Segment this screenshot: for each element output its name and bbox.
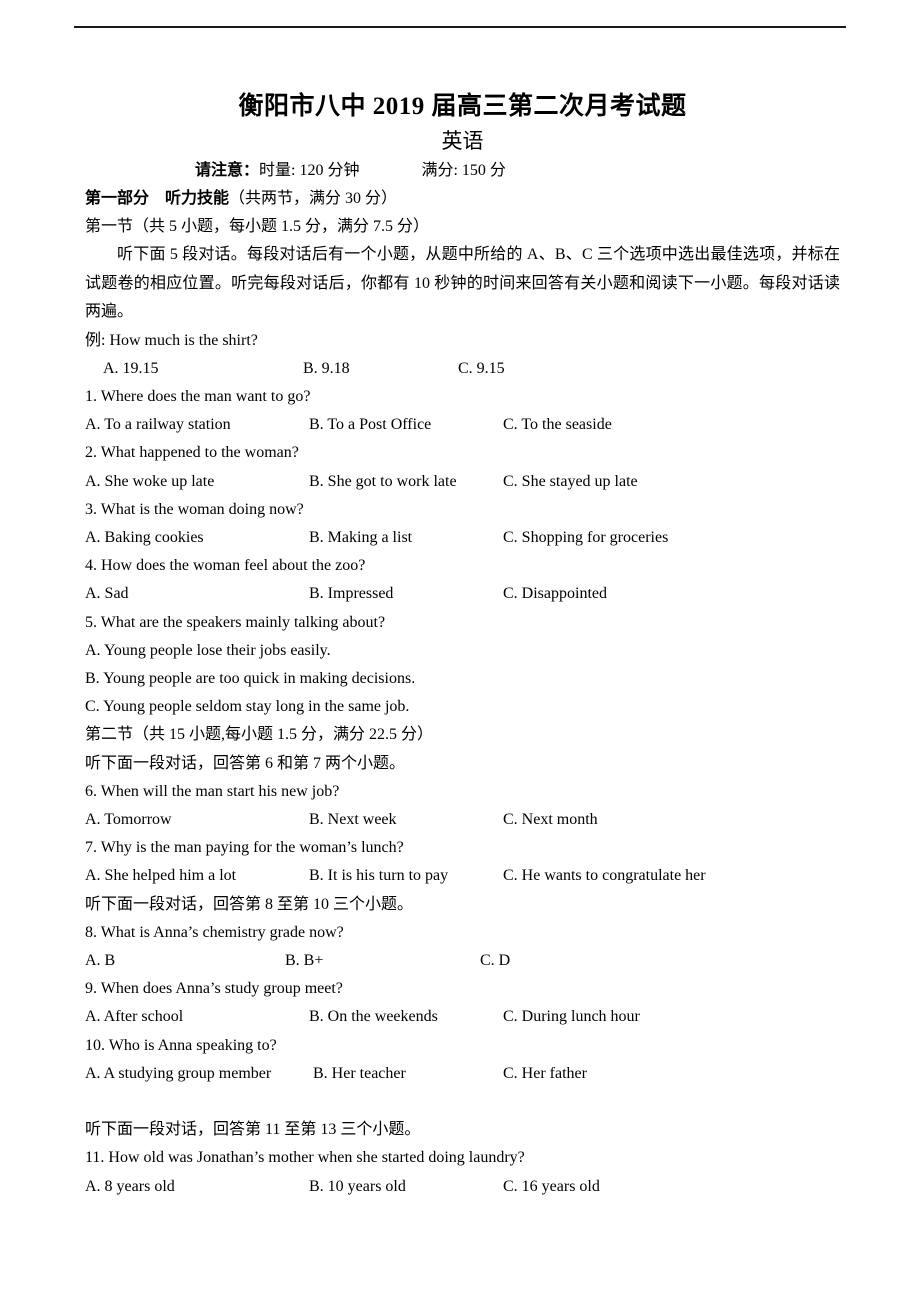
option-b[interactable]: B. B+	[285, 947, 323, 975]
question-options-row: A. After school B. On the weekends C. Du…	[85, 1003, 840, 1031]
section-one-heading: 第一节（共 5 小题，每小题 1.5 分，满分 7.5 分）	[85, 218, 430, 235]
question-stem: 2. What happened to the woman?	[85, 444, 299, 462]
part-one-heading-bold: 第一部分 听力技能	[85, 190, 230, 207]
option-b[interactable]: B. Next week	[309, 806, 397, 834]
part-one-heading: 第一部分 听力技能（共两节，满分 30 分）	[85, 185, 840, 213]
option-b[interactable]: B. 10 years old	[309, 1173, 406, 1201]
question-stem: 4. How does the woman feel about the zoo…	[85, 557, 366, 575]
option-b[interactable]: B. 9.18	[303, 355, 350, 383]
page-title: 衡阳市八中 2019 届高三第二次月考试题	[238, 93, 687, 120]
question-options-row: A. Sad B. Impressed C. Disappointed	[85, 580, 840, 608]
question-options-row: A. Tomorrow B. Next week C. Next month	[85, 806, 840, 834]
listening-instructions: 听下面 5 段对话。每段对话后有一个小题，从题中所给的 A、B、C 三个选项中选…	[85, 246, 840, 321]
question-stem: 3. What is the woman doing now?	[85, 500, 304, 518]
notice-score: 满分: 150 分	[421, 162, 506, 179]
option-a[interactable]: A. A studying group member	[85, 1060, 271, 1088]
option-c[interactable]: C. Her father	[503, 1060, 587, 1088]
option-a[interactable]: A. 8 years old	[85, 1173, 175, 1201]
option-b[interactable]: B. Making a list	[309, 524, 412, 552]
question-stem: 6. When will the man start his new job?	[85, 782, 340, 800]
option-c[interactable]: C. Next month	[503, 806, 598, 834]
question-stem: 7. Why is the man paying for the woman’s…	[85, 839, 404, 857]
section-two-heading: 第二节（共 15 小题,每小题 1.5 分，满分 22.5 分）	[85, 726, 434, 744]
option-b[interactable]: B. Young people are too quick in making …	[85, 665, 840, 693]
part-one-heading-rest: （共两节，满分 30 分）	[229, 190, 398, 207]
option-b[interactable]: B. To a Post Office	[309, 411, 431, 439]
option-c[interactable]: C. Disappointed	[503, 580, 607, 608]
question-options-row: A. To a railway station B. To a Post Off…	[85, 411, 840, 439]
option-c[interactable]: C. To the seaside	[503, 411, 612, 439]
option-a[interactable]: A. After school	[85, 1003, 183, 1031]
option-c[interactable]: C. 9.15	[458, 355, 505, 383]
direction-6-7: 听下面一段对话，回答第 6 和第 7 两个小题。	[85, 754, 406, 772]
option-a[interactable]: A. 19.15	[103, 355, 159, 383]
direction-11-13: 听下面一段对话，回答第 11 至第 13 三个小题。	[85, 1121, 421, 1139]
option-c[interactable]: C. He wants to congratulate her	[503, 862, 706, 890]
question-options-row: A. Baking cookies B. Making a list C. Sh…	[85, 524, 840, 552]
option-a[interactable]: A. Tomorrow	[85, 806, 172, 834]
notice-line: 请注意：时量: 120 分钟 满分: 150 分	[85, 156, 840, 185]
option-c[interactable]: C. 16 years old	[503, 1173, 600, 1201]
header-divider-rule	[74, 26, 846, 28]
option-a[interactable]: A. She helped him a lot	[85, 862, 236, 890]
option-c[interactable]: C. D	[480, 947, 510, 975]
direction-8-10: 听下面一段对话，回答第 8 至第 10 三个小题。	[85, 895, 414, 913]
option-b[interactable]: B. It is his turn to pay	[309, 862, 448, 890]
question-stem: 1. Where does the man want to go?	[85, 388, 311, 406]
option-a[interactable]: A. B	[85, 947, 115, 975]
document-content: 衡阳市八中 2019 届高三第二次月考试题 英语 请注意：时量: 120 分钟 满…	[85, 90, 840, 1201]
question-stem: 8. What is Anna’s chemistry grade now?	[85, 923, 344, 941]
option-c[interactable]: C. Shopping for groceries	[503, 524, 668, 552]
option-c[interactable]: C. She stayed up late	[503, 468, 638, 496]
question-options-row: A. She woke up late B. She got to work l…	[85, 468, 840, 496]
notice-label: 请注意：	[195, 162, 260, 179]
question-stem: 9. When does Anna’s study group meet?	[85, 980, 343, 998]
option-a[interactable]: A. Baking cookies	[85, 524, 204, 552]
question-stem: 5. What are the speakers mainly talking …	[85, 613, 386, 631]
question-options-row: A. 8 years old B. 10 years old C. 16 yea…	[85, 1173, 840, 1201]
option-b[interactable]: B. She got to work late	[309, 468, 457, 496]
example-stem: 例: How much is the shirt?	[85, 331, 258, 349]
option-c[interactable]: C. Young people seldom stay long in the …	[85, 693, 840, 721]
question-options-row: A. B B. B+ C. D	[85, 947, 840, 975]
question-stem: 11. How old was Jonathan’s mother when s…	[85, 1149, 525, 1167]
notice-time: 时量: 120 分钟	[259, 162, 360, 179]
question-options-row: A. A studying group member B. Her teache…	[85, 1060, 840, 1088]
option-a[interactable]: A. Young people lose their jobs easily.	[85, 637, 840, 665]
option-b[interactable]: B. Impressed	[309, 580, 393, 608]
option-a[interactable]: A. Sad	[85, 580, 129, 608]
option-b[interactable]: B. Her teacher	[313, 1060, 406, 1088]
option-b[interactable]: B. On the weekends	[309, 1003, 438, 1031]
option-a[interactable]: A. She woke up late	[85, 468, 214, 496]
question-options-row: A. She helped him a lot B. It is his tur…	[85, 862, 840, 890]
question-stem: 10. Who is Anna speaking to?	[85, 1036, 277, 1054]
subject-title: 英语	[441, 129, 484, 153]
example-options-row: A. 19.15 B. 9.18 C. 9.15	[85, 355, 840, 383]
exam-paper-page: 衡阳市八中 2019 届高三第二次月考试题 英语 请注意：时量: 120 分钟 满…	[0, 0, 920, 1302]
option-a[interactable]: A. To a railway station	[85, 411, 231, 439]
option-c[interactable]: C. During lunch hour	[503, 1003, 640, 1031]
